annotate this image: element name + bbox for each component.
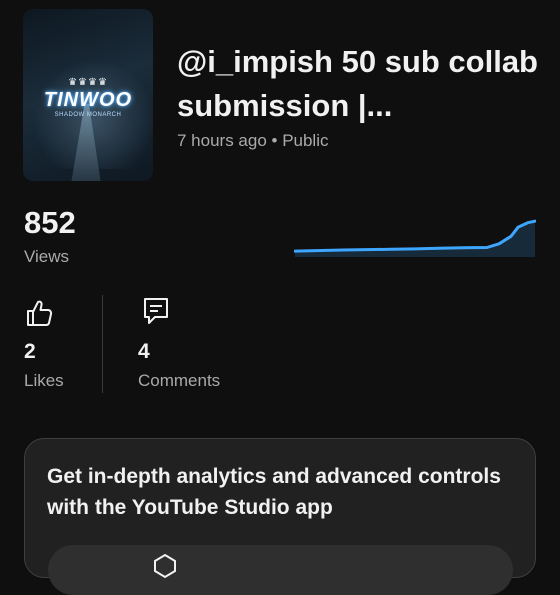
thumbnail-logo: TINWOO: [43, 89, 133, 111]
video-thumbnail[interactable]: ♛♛♛♛ TINWOO SHADOW MONARCH: [23, 9, 153, 181]
video-title[interactable]: @i_impish 50 sub collab submission |...: [177, 40, 547, 128]
studio-promo-card: Get in-depth analytics and advanced cont…: [24, 438, 536, 595]
video-meta: 7 hours ago • Public: [177, 131, 329, 150]
thumbnail-subtitle: SHADOW MONARCH: [54, 112, 122, 118]
comments-count: 4: [138, 340, 150, 363]
comment-icon[interactable]: [142, 296, 170, 326]
stats-divider: [102, 295, 103, 393]
likes-count: 2: [24, 340, 36, 363]
views-label: Views: [24, 247, 70, 266]
views-sparkline: [294, 219, 536, 257]
studio-app-button[interactable]: [48, 545, 513, 595]
thumbs-up-icon[interactable]: [25, 298, 53, 328]
views-count: 852: [24, 205, 76, 240]
studio-promo-text: Get in-depth analytics and advanced cont…: [47, 465, 501, 519]
crown-icon: ♛♛♛♛: [68, 77, 108, 88]
likes-label: Likes: [24, 371, 64, 390]
studio-app-icon: [154, 553, 176, 579]
comments-label: Comments: [138, 371, 221, 390]
